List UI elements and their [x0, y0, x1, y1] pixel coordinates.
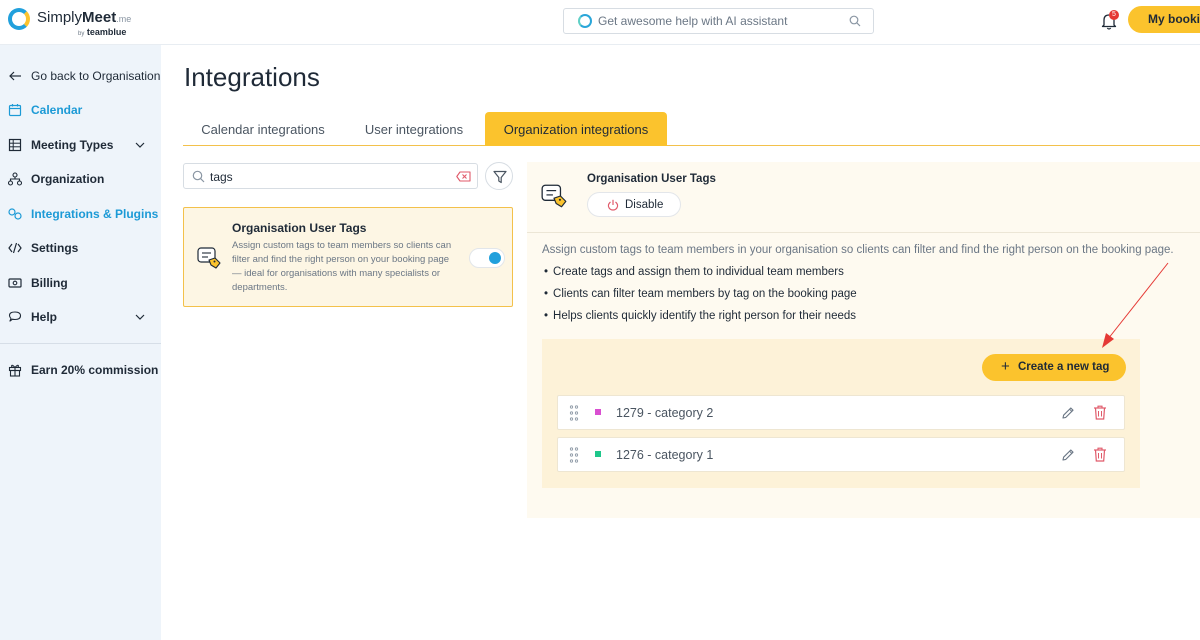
integration-toggle[interactable] — [469, 248, 505, 268]
arrow-left-icon — [9, 71, 21, 81]
org-chart-icon — [8, 172, 22, 186]
pencil-icon[interactable] — [1061, 448, 1075, 462]
sidebar-item-label: Calendar — [31, 103, 83, 117]
tab-calendar-integrations[interactable]: Calendar integrations — [183, 112, 343, 146]
billing-icon — [8, 278, 22, 288]
filter-button[interactable] — [485, 162, 513, 190]
trash-icon[interactable] — [1093, 447, 1107, 462]
sidebar: Go back to Organisation Calendar Meeting… — [0, 45, 161, 640]
sidebar-item-organization[interactable]: Organization — [0, 167, 161, 191]
tag-name: 1279 - category 2 — [616, 406, 714, 420]
chevron-down-icon — [135, 314, 145, 320]
tag-row: 1279 - category 2 — [557, 395, 1125, 430]
create-tag-label: Create a new tag — [1018, 361, 1110, 373]
drag-handle-icon[interactable] — [569, 405, 579, 421]
tab-user-integrations[interactable]: User integrations — [343, 112, 485, 146]
top-bar: SimplyMeet.me by teamblue Get awesome he… — [0, 0, 1200, 45]
tag-color-swatch — [595, 409, 601, 415]
chat-icon — [8, 311, 22, 322]
sidebar-item-label: Meeting Types — [31, 138, 114, 152]
back-to-organisation-link[interactable]: Go back to Organisation — [0, 64, 161, 88]
power-icon — [607, 199, 619, 211]
feature-item: Helps clients quickly identify the right… — [544, 310, 857, 332]
sidebar-item-label: Settings — [31, 241, 79, 255]
create-tag-button[interactable]: + Create a new tag — [982, 354, 1126, 381]
logo-ring-icon — [8, 8, 30, 30]
feature-list: Create tags and assign them to individua… — [544, 266, 857, 332]
ai-search-placeholder: Get awesome help with AI assistant — [598, 14, 788, 28]
code-icon — [8, 242, 22, 254]
sidebar-item-integrations[interactable]: Integrations & Plugins — [0, 202, 161, 226]
search-icon — [849, 15, 861, 27]
drag-handle-icon[interactable] — [569, 447, 579, 463]
tags-integration-icon — [541, 184, 567, 208]
gift-icon — [8, 364, 22, 377]
earn-commission-link[interactable]: Earn 20% commission — [0, 358, 161, 382]
my-booking-button[interactable]: My booking — [1128, 6, 1200, 33]
calendar-icon — [8, 104, 22, 117]
commission-label: Earn 20% commission — [31, 363, 159, 377]
detail-description: Assign custom tags to team members in yo… — [542, 244, 1174, 256]
trash-icon[interactable] — [1093, 405, 1107, 420]
sidebar-item-label: Organization — [31, 172, 105, 186]
sidebar-divider — [0, 343, 161, 344]
tags-integration-icon — [197, 247, 221, 269]
card-title: Organisation User Tags — [232, 221, 367, 235]
integration-detail-panel: Organisation User Tags Disable Assign cu… — [527, 162, 1200, 518]
clear-search-icon[interactable] — [456, 171, 471, 182]
sidebar-item-settings[interactable]: Settings — [0, 236, 161, 260]
chevron-down-icon — [135, 142, 145, 148]
feature-item: Clients can filter team members by tag o… — [544, 288, 857, 310]
plugins-icon — [8, 208, 22, 220]
tags-panel: + Create a new tag 1279 - category 2 127… — [542, 339, 1140, 488]
tag-color-swatch — [595, 451, 601, 457]
sidebar-item-meeting-types[interactable]: Meeting Types — [0, 133, 161, 157]
brand-by: by — [78, 31, 85, 37]
filter-icon — [493, 170, 507, 184]
brand-name-left: Simply — [37, 9, 83, 26]
brand-suffix: .me — [116, 14, 132, 24]
card-description: Assign custom tags to team members so cl… — [232, 240, 452, 293]
sidebar-item-label: Integrations & Plugins — [31, 207, 159, 221]
back-label: Go back to Organisation — [31, 69, 161, 83]
notification-badge: 5 — [1109, 10, 1119, 20]
simplymeet-logo[interactable]: SimplyMeet.me by teamblue — [8, 7, 138, 39]
tab-organization-integrations[interactable]: Organization integrations — [485, 112, 667, 146]
sidebar-item-label: Billing — [31, 276, 68, 290]
sidebar-item-calendar[interactable]: Calendar — [0, 98, 161, 122]
search-icon — [192, 170, 205, 183]
sidebar-item-help[interactable]: Help — [0, 305, 161, 329]
toggle-knob — [489, 252, 501, 264]
detail-divider — [527, 232, 1200, 233]
integrations-search[interactable] — [183, 163, 478, 189]
tag-row: 1276 - category 1 — [557, 437, 1125, 472]
detail-title: Organisation User Tags — [587, 173, 716, 185]
integration-tabs: Calendar integrations User integrations … — [183, 112, 1200, 146]
disable-button[interactable]: Disable — [587, 192, 681, 217]
pencil-icon[interactable] — [1061, 406, 1075, 420]
feature-item: Create tags and assign them to individua… — [544, 266, 857, 288]
sidebar-item-billing[interactable]: Billing — [0, 271, 161, 295]
tag-name: 1276 - category 1 — [616, 448, 714, 462]
plus-icon: + — [1001, 358, 1010, 375]
brand-name-right: Meet — [82, 9, 117, 26]
integration-card-organisation-user-tags[interactable]: Organisation User Tags Assign custom tag… — [183, 207, 513, 307]
brand-company: teamblue — [86, 27, 127, 37]
search-input[interactable] — [210, 168, 430, 185]
grid-icon — [8, 138, 22, 152]
ai-assistant-icon — [578, 14, 592, 28]
page-title: Integrations — [184, 62, 320, 92]
sidebar-item-label: Help — [31, 310, 58, 324]
ai-assistant-search[interactable]: Get awesome help with AI assistant — [563, 8, 874, 34]
disable-label: Disable — [625, 199, 664, 211]
